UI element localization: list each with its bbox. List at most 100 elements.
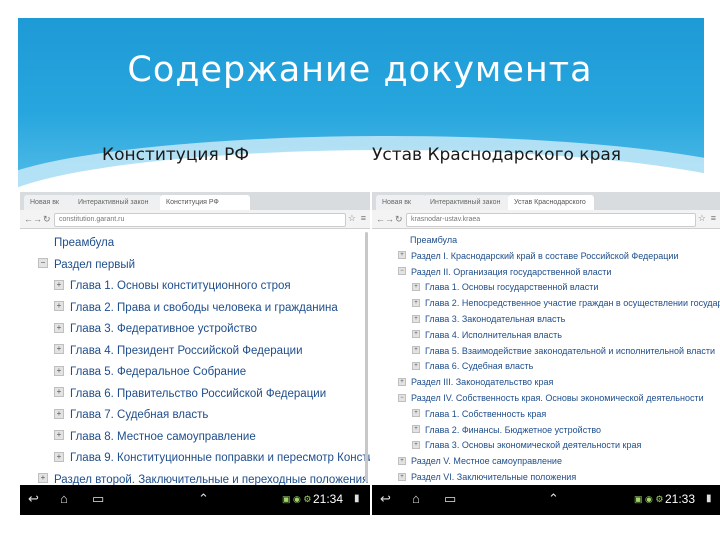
collapse-icon[interactable]: − xyxy=(398,393,406,402)
battery-icon: ▮ xyxy=(706,493,712,504)
toc-row[interactable]: + Раздел VI. Заключительные положения xyxy=(398,472,576,482)
toc-row[interactable]: + Глава 2. Непосредственное участие гражд… xyxy=(412,298,720,308)
back-icon[interactable]: ← xyxy=(376,213,385,225)
toc-row[interactable]: + Глава 2. Финансы. Бюджетное устройство xyxy=(412,425,601,435)
reload-icon[interactable]: ↻ xyxy=(395,213,403,225)
toc-row-label: Глава 5. Взаимодействие законодательной … xyxy=(425,345,716,356)
browser-tab[interactable]: Новая вк xyxy=(24,195,74,210)
expand-icon[interactable]: + xyxy=(412,330,420,339)
expand-icon[interactable]: + xyxy=(54,279,64,290)
toc-row-label: Раздел первый xyxy=(54,258,136,271)
left-toc-list: Преамбула − Раздел первый + Глава 1. Основы … xyxy=(20,229,370,486)
collapse-icon[interactable]: − xyxy=(398,267,406,276)
toc-row-label: Глава 8. Местное самоуправление xyxy=(70,430,256,443)
menu-icon[interactable]: ≡ xyxy=(711,213,716,223)
expand-icon[interactable]: + xyxy=(412,425,420,434)
expand-icon[interactable]: + xyxy=(412,409,420,418)
toc-row[interactable]: + Раздел V. Местное самоуправление xyxy=(398,456,562,466)
expand-icon[interactable]: + xyxy=(54,451,64,462)
expand-icon[interactable]: + xyxy=(54,344,64,355)
recent-apps-icon[interactable]: ▭ xyxy=(444,491,456,507)
toc-row-label: Глава 5. Федеральное Собрание xyxy=(70,366,247,378)
expand-icon[interactable]: + xyxy=(412,346,420,355)
url-input[interactable]: krasnodar-ustav.kraea xyxy=(406,213,696,227)
forward-icon[interactable]: → xyxy=(385,213,394,225)
browser-tabbar: Новая вк Интерактивный закон Конституция… xyxy=(20,192,370,210)
toc-row-label: Глава 9. Конституционные поправки и пере… xyxy=(70,452,370,464)
toc-row[interactable]: + Глава 2. Права и свободы человека и гра… xyxy=(54,301,338,314)
toc-row[interactable]: + Глава 7. Судебная власть xyxy=(54,408,208,421)
home-nav-icon[interactable]: ⌂ xyxy=(60,491,68,507)
toc-row[interactable]: Преамбула xyxy=(398,235,457,245)
browser-tab[interactable]: Интерактивный закон xyxy=(72,195,162,210)
expand-icon[interactable]: + xyxy=(398,456,406,465)
toc-row[interactable]: + Глава 4. Президент Российской Федерации xyxy=(54,344,303,357)
bookmark-star-icon[interactable]: ☆ xyxy=(348,213,356,224)
toc-row-label: Глава 3. Федеративное устройство xyxy=(70,323,257,335)
toc-row-label: Раздел IV. Собственность края. Основы эк… xyxy=(411,393,704,403)
bookmark-star-icon[interactable]: ☆ xyxy=(698,213,706,224)
recent-apps-icon[interactable]: ▭ xyxy=(92,491,104,507)
back-icon[interactable]: ← xyxy=(24,213,33,225)
toc-row-label: Раздел VI. Заключительные положения xyxy=(411,472,577,482)
expand-icon[interactable]: + xyxy=(54,387,64,398)
expand-icon[interactable]: + xyxy=(38,473,48,484)
expand-icon[interactable]: + xyxy=(398,251,406,260)
expand-icon[interactable]: + xyxy=(54,322,64,333)
collapse-icon[interactable]: − xyxy=(38,258,48,269)
back-nav-icon[interactable]: ↩ xyxy=(28,491,39,507)
toc-row[interactable]: + Глава 3. Основы экономической деятельно… xyxy=(412,440,641,450)
address-bar: ← → ↻ krasnodar-ustav.kraea ☆ ≡ xyxy=(372,210,720,229)
toc-row[interactable]: + Раздел III. Законодательство края xyxy=(398,377,553,387)
expand-icon[interactable]: + xyxy=(54,365,64,376)
browser-tab[interactable]: Интерактивный закон xyxy=(424,195,510,210)
chevron-up-icon[interactable]: ⌃ xyxy=(198,491,209,507)
expand-icon[interactable]: + xyxy=(412,298,420,307)
notification-icons: ▣ ◉ ⚙ xyxy=(634,494,664,504)
url-input[interactable]: constitution.garant.ru xyxy=(54,213,346,227)
toc-row[interactable]: + Глава 8. Местное самоуправление xyxy=(54,430,256,443)
battery-icon: ▮ xyxy=(354,493,360,504)
menu-icon[interactable]: ≡ xyxy=(361,213,366,223)
chevron-up-icon[interactable]: ⌃ xyxy=(548,491,559,507)
toc-row[interactable]: + Глава 6. Правительство Российской Федер… xyxy=(54,387,326,400)
expand-icon[interactable]: + xyxy=(54,430,64,441)
toc-row[interactable]: + Глава 3. Законодательная власть xyxy=(412,314,565,324)
toc-row[interactable]: + Глава 4. Исполнительная власть xyxy=(412,330,562,340)
expand-icon[interactable]: + xyxy=(412,314,420,323)
toc-row-label: Глава 6. Судебная власть xyxy=(425,361,534,372)
browser-tab[interactable]: Новая вк xyxy=(376,195,426,210)
toc-row[interactable]: − Раздел первый xyxy=(38,258,136,271)
browser-tab-active[interactable]: Конституция РФ xyxy=(160,195,250,210)
toc-row[interactable]: − Раздел II. Организация государственной … xyxy=(398,267,611,277)
toc-row[interactable]: + Глава 9. Конституционные поправки и пер… xyxy=(54,451,370,464)
toc-row[interactable]: Преамбула xyxy=(38,237,114,249)
toc-row[interactable]: + Раздел I. Краснодарский край в составе … xyxy=(398,251,678,261)
toc-row[interactable]: + Глава 5. Взаимодействие законодательной… xyxy=(412,346,715,356)
toc-row[interactable]: + Глава 3. Федеративное устройство xyxy=(54,322,257,335)
back-nav-icon[interactable]: ↩ xyxy=(380,491,391,507)
expand-icon[interactable]: + xyxy=(412,441,420,450)
expand-icon[interactable]: + xyxy=(54,301,64,312)
expand-icon[interactable]: + xyxy=(412,283,420,292)
toc-row[interactable]: − Раздел IV. Собственность края. Основы э… xyxy=(398,393,704,403)
toc-row[interactable]: + Глава 1. Основы государственной власти xyxy=(412,282,598,292)
expand-icon[interactable]: + xyxy=(398,472,406,481)
toc-row[interactable]: + Глава 5. Федеральное Собрание xyxy=(54,365,247,378)
expand-icon[interactable]: + xyxy=(412,362,420,371)
toc-row[interactable]: + Глава 1. Основы конституционного строя xyxy=(54,279,291,292)
expand-icon[interactable]: + xyxy=(398,377,406,386)
toc-row[interactable]: + Раздел второй. Заключительные и переход… xyxy=(38,473,368,486)
toc-row-label: Глава 3. Законодательная власть xyxy=(425,314,566,324)
browser-tab-active[interactable]: Устав Краснодарского xyxy=(508,195,594,210)
toc-row-label: Глава 1. Основы конституционного строя xyxy=(70,280,291,292)
expand-icon[interactable]: + xyxy=(54,408,64,419)
toc-row[interactable]: + Глава 1. Собственность края xyxy=(412,409,546,419)
toc-row[interactable]: + Глава 6. Судебная власть xyxy=(412,361,533,371)
toc-row-label: Глава 2. Финансы. Бюджетное устройство xyxy=(425,424,602,435)
forward-icon[interactable]: → xyxy=(33,213,42,225)
reload-icon[interactable]: ↻ xyxy=(43,213,51,225)
home-nav-icon[interactable]: ⌂ xyxy=(412,491,420,507)
toc-row-label: Преамбула xyxy=(54,237,115,249)
scrollbar[interactable] xyxy=(365,232,368,482)
